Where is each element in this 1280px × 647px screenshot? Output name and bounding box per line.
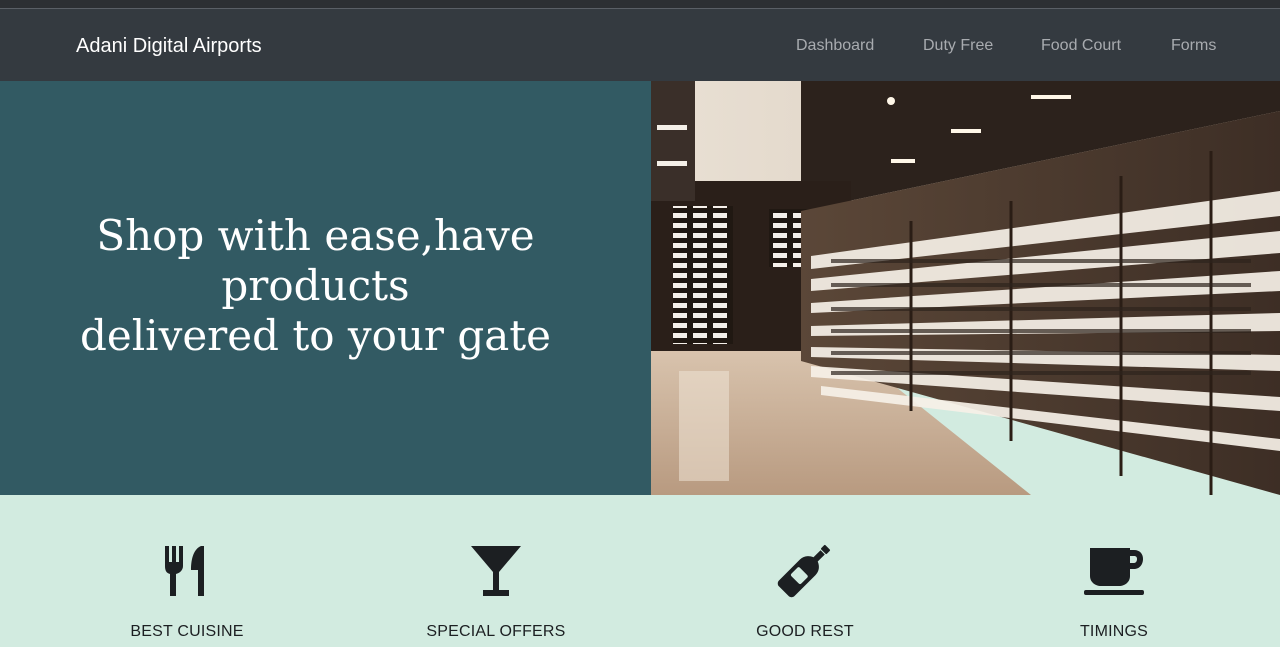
coffee-cup-icon — [1084, 548, 1144, 595]
browser-top-strip — [0, 0, 1280, 9]
hero-heading-line-1: Shop with ease,have products — [96, 211, 535, 310]
hero-section: Shop with ease,have products delivered t… — [0, 81, 651, 495]
feature-label-timings: TIMINGS — [1079, 623, 1149, 640]
utensils-icon — [165, 546, 204, 596]
feature-timings: TIMINGS — [994, 540, 1234, 642]
hero-heading: Shop with ease,have products delivered t… — [0, 211, 631, 361]
nav-link-food-court[interactable]: Food Court — [1041, 36, 1121, 56]
wine-bottle-icon — [777, 544, 831, 598]
nav-link-dashboard[interactable]: Dashboard — [796, 36, 874, 56]
feature-special-offers: SPECIAL OFFERS — [376, 540, 616, 642]
navbar: Adani Digital Airports Dashboard Duty Fr… — [0, 9, 1280, 81]
cocktail-glass-icon — [471, 546, 521, 596]
feature-best-cuisine: BEST CUISINE — [67, 540, 307, 642]
nav-link-forms[interactable]: Forms — [1171, 36, 1216, 56]
feature-good-rest: GOOD REST — [685, 540, 925, 642]
nav-link-duty-free[interactable]: Duty Free — [923, 36, 993, 56]
feature-label-best-cuisine: BEST CUISINE — [130, 623, 244, 640]
feature-label-special-offers: SPECIAL OFFERS — [426, 623, 566, 640]
hero-store-image — [651, 81, 1280, 495]
feature-label-good-rest: GOOD REST — [756, 623, 854, 640]
hero-heading-line-2: delivered to your gate — [79, 311, 552, 360]
brand-link[interactable]: Adani Digital Airports — [76, 33, 262, 59]
